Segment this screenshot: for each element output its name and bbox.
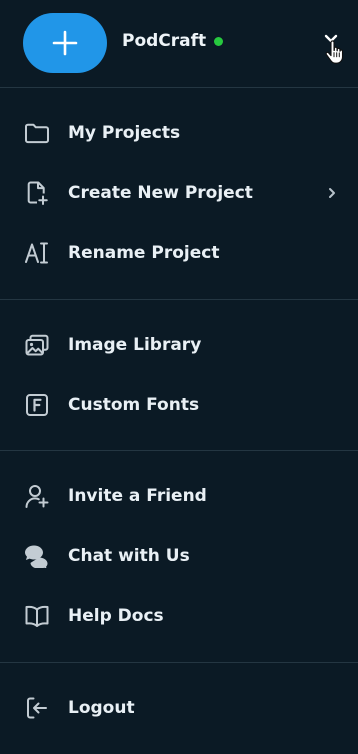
user-plus-icon xyxy=(24,483,50,509)
menu-item-invite-a-friend[interactable]: Invite a Friend xyxy=(0,466,358,526)
book-icon xyxy=(24,603,50,629)
assets-section: Image Library Custom Fonts xyxy=(0,300,358,451)
logout-icon xyxy=(24,695,50,721)
menu-item-my-projects[interactable]: My Projects xyxy=(0,103,358,163)
menu-item-help-docs[interactable]: Help Docs xyxy=(0,586,358,646)
menu-item-label: Create New Project xyxy=(68,183,253,203)
app-switcher-title[interactable]: PodCraft xyxy=(122,31,224,51)
menu-item-label: Rename Project xyxy=(68,243,220,263)
menu-item-label: My Projects xyxy=(68,123,181,143)
menu-item-custom-fonts[interactable]: Custom Fonts xyxy=(0,375,358,435)
menu-item-label: Chat with Us xyxy=(68,546,190,566)
menu-item-logout[interactable]: Logout xyxy=(0,678,358,738)
menu-item-rename-project[interactable]: Rename Project xyxy=(0,223,358,283)
font-icon xyxy=(24,392,50,418)
menu-item-label: Help Docs xyxy=(68,606,164,626)
folder-icon xyxy=(24,120,50,146)
menu-header: PodCraft xyxy=(0,0,358,88)
menu-item-label: Logout xyxy=(68,698,135,718)
new-button[interactable] xyxy=(23,13,107,73)
menu-toggle-button[interactable] xyxy=(320,30,348,64)
account-section: Logout xyxy=(0,663,358,754)
hand-cursor-icon xyxy=(324,40,346,64)
rename-text-icon xyxy=(24,240,50,266)
chat-icon xyxy=(24,543,50,569)
app-name: PodCraft xyxy=(122,31,207,51)
menu-item-label: Custom Fonts xyxy=(68,395,200,415)
plus-icon xyxy=(52,30,78,56)
online-status-dot xyxy=(214,36,224,46)
chevron-right-icon xyxy=(325,186,339,200)
menu-item-image-library[interactable]: Image Library xyxy=(0,315,358,375)
menu-item-create-new-project[interactable]: Create New Project xyxy=(0,163,358,223)
menu-item-label: Image Library xyxy=(68,335,202,355)
file-plus-icon xyxy=(24,180,50,206)
help-section: Invite a Friend Chat with Us Help Docs xyxy=(0,451,358,663)
projects-section: My Projects Create New Project Rename Pr… xyxy=(0,88,358,300)
menu-item-label: Invite a Friend xyxy=(68,486,207,506)
image-library-icon xyxy=(24,332,50,358)
menu-item-chat-with-us[interactable]: Chat with Us xyxy=(0,526,358,586)
